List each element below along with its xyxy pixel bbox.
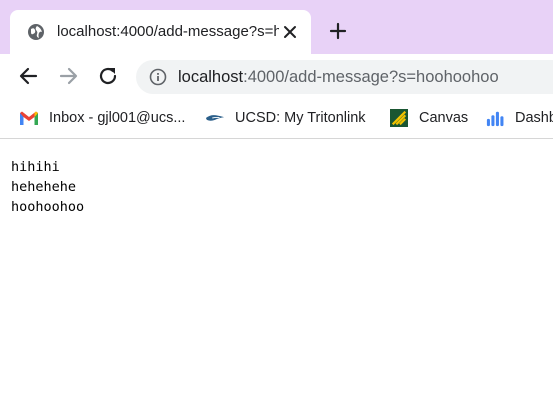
browser-toolbar: localhost:4000/add-message?s=hoohoohoo (0, 54, 553, 100)
url-path: :4000/add-message?s=hoohoohoo (243, 68, 499, 86)
gmail-icon (20, 111, 38, 125)
bookmark-label: Inbox - gjl001@ucs... (49, 110, 186, 126)
bookmark-ucsd[interactable]: UCSD: My Tritonlink (205, 106, 380, 130)
globe-icon (28, 24, 44, 40)
page-content: hihihi hehehehe hoohoohoo (11, 157, 84, 217)
ucsd-icon (205, 115, 225, 121)
bookmark-label: Canvas (419, 110, 469, 126)
reload-icon[interactable] (96, 64, 120, 88)
address-bar[interactable]: localhost:4000/add-message?s=hoohoohoo (136, 60, 553, 94)
message-line: hihihi (11, 159, 60, 175)
info-icon[interactable] (149, 68, 167, 86)
bookmarks-bar: Inbox - gjl001@ucs... UCSD: My Tritonlin… (0, 100, 553, 139)
bookmark-canvas[interactable]: Canvas (389, 106, 479, 130)
url-host: localhost (178, 68, 244, 86)
url-text[interactable]: localhost:4000/add-message?s=hoohoohoo (178, 67, 499, 87)
message-line: hoohoohoo (11, 199, 85, 215)
tab-title: localhost:4000/add-message?s=hoohoohoo (57, 23, 279, 40)
canvas-icon (390, 109, 408, 127)
close-icon[interactable] (282, 24, 298, 40)
arrow-right-icon[interactable] (56, 64, 80, 88)
bookmark-dashboard[interactable]: Dashb (485, 106, 553, 130)
message-line: hehehehe (11, 179, 77, 195)
arrow-left-icon[interactable] (17, 64, 41, 88)
dashboard-icon (486, 111, 504, 127)
bookmark-label: UCSD: My Tritonlink (235, 110, 366, 126)
plus-icon[interactable] (328, 21, 348, 41)
bookmark-label: Dashb (515, 110, 553, 126)
bookmark-inbox[interactable]: Inbox - gjl001@ucs... (19, 106, 199, 130)
tab-strip: localhost:4000/add-message?s=hoohoohoo (0, 0, 553, 54)
browser-tab[interactable]: localhost:4000/add-message?s=hoohoohoo (10, 10, 311, 54)
